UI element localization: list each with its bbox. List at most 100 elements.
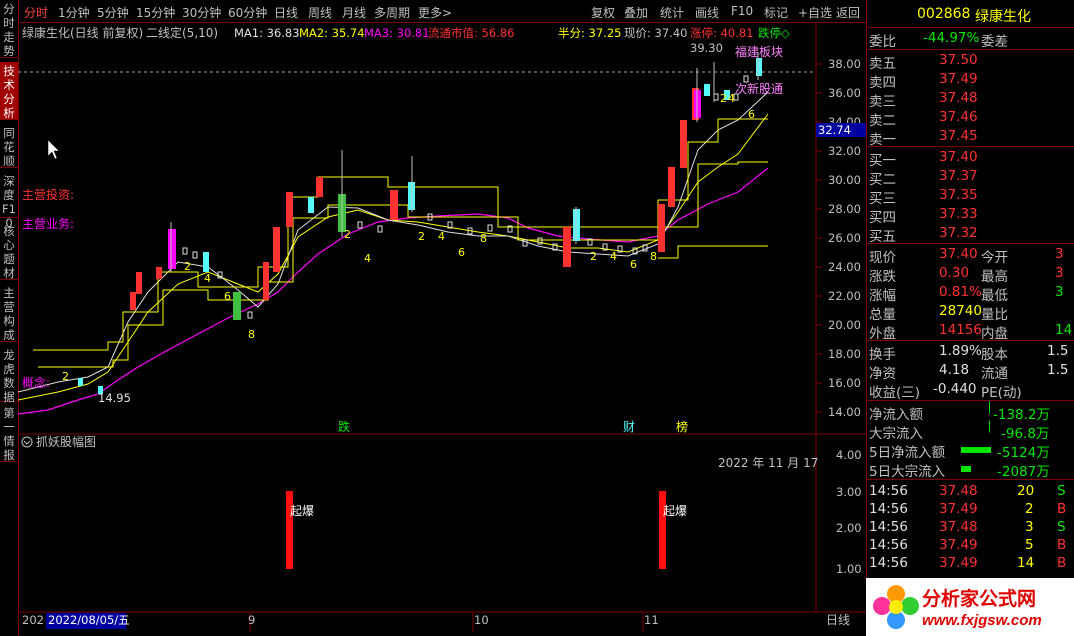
draw-button[interactable]: 画线 (695, 4, 719, 21)
tick-price: 37.48 (939, 519, 978, 535)
buy4-price[interactable]: 37.33 (939, 206, 978, 222)
stat-value: 3 (1055, 246, 1064, 262)
period-5min[interactable]: 5分钟 (97, 4, 129, 21)
period-1min[interactable]: 1分钟 (58, 4, 90, 21)
limit-down: 跌停◇ (758, 26, 790, 40)
f10-button[interactable]: F10 (731, 4, 753, 18)
tab-theme[interactable]: 核心题材 (0, 222, 18, 280)
period-daily[interactable]: 日线 (274, 4, 298, 21)
svg-text:2: 2 (62, 370, 69, 383)
period-30min[interactable]: 30分钟 (182, 4, 221, 21)
period-toolbar: 分时 1分钟 5分钟 15分钟 30分钟 60分钟 日线 周线 月线 多周期 更… (18, 0, 866, 23)
mark-button[interactable]: 标记 (764, 4, 788, 21)
tab-f10[interactable]: 深度F10 (0, 172, 18, 230)
tab-fenshi[interactable]: 分时走势 (0, 0, 18, 58)
buy1-price[interactable]: 37.40 (939, 149, 978, 165)
buy5-price[interactable]: 37.32 (939, 225, 978, 241)
marker-die[interactable]: 跌 (338, 419, 350, 434)
svg-text:36.00: 36.00 (828, 86, 861, 100)
year-label: 202 (22, 613, 44, 627)
webi-label: 委比 (869, 34, 896, 50)
marker-bang[interactable]: 榜 (676, 419, 688, 434)
period-weekly[interactable]: 周线 (308, 4, 332, 21)
svg-text:3.00: 3.00 (836, 485, 862, 499)
mouse-cursor-icon (47, 139, 60, 160)
svg-text:26.00: 26.00 (828, 231, 861, 245)
svg-text:6: 6 (630, 258, 637, 271)
period-indicator[interactable]: 日线 (826, 613, 850, 627)
note-invest[interactable]: 主营投资: (22, 187, 74, 202)
sell5-label: 卖五 (869, 56, 896, 72)
stock-title: 绿康生化(日线 前复权) (22, 25, 143, 40)
flow-label: 5日大宗流入 (869, 464, 946, 480)
tick-side: S (1057, 519, 1066, 535)
stat2-label: 收益(三) (869, 385, 921, 401)
subchart-date: 2022 年 11 月 17 (718, 456, 818, 470)
buy3-price[interactable]: 37.35 (939, 187, 978, 203)
stat-label: 涨幅 (869, 288, 896, 304)
tick-side: B (1057, 555, 1067, 571)
date-label: 2022/08/05/五 (48, 613, 130, 627)
watermark-url: www.fxjgsw.com (922, 612, 1042, 629)
ma3-value: MA3: 30.81 (364, 26, 430, 40)
sell5-price[interactable]: 37.50 (939, 52, 978, 68)
svg-text:1.00: 1.00 (836, 562, 862, 576)
stat-value: 28740 (939, 303, 982, 319)
weicha-label: 委差 (981, 34, 1008, 50)
flower-logo-icon (873, 585, 919, 629)
collapse-icon[interactable] (21, 436, 33, 448)
tab-info[interactable]: 第一情报 (0, 404, 18, 462)
tick-price: 37.49 (939, 501, 978, 517)
tag-fujian[interactable]: 福建板块 (735, 44, 783, 59)
chevron-down-icon (23, 440, 31, 445)
sell4-price[interactable]: 37.49 (939, 71, 978, 87)
svg-text:6: 6 (748, 108, 755, 121)
stat2-label: PE(动) (981, 385, 1022, 401)
svg-text:24.00: 24.00 (828, 260, 861, 274)
tick-time: 14:56 (869, 537, 908, 553)
month-9: 9 (248, 613, 255, 627)
add-favorite-button[interactable]: +自选 (798, 4, 832, 21)
note-concept[interactable]: 概念: (22, 375, 50, 390)
tag-recent[interactable]: 次新股通 (735, 81, 783, 96)
overlay-button[interactable]: 叠加 (624, 4, 648, 21)
price-axis: 38.00 36.00 34.00 32.00 30.00 28.00 26.0… (828, 57, 861, 419)
tick-time: 14:56 (869, 555, 908, 571)
period-more[interactable]: 更多> (418, 4, 452, 21)
tab-business[interactable]: 主营构成 (0, 284, 18, 342)
stat-value: 37.40 (939, 246, 978, 262)
tab-tonghuashun[interactable]: 同花顺 (0, 124, 18, 168)
subchart-axis: 4.00 3.00 2.00 1.00 (836, 448, 862, 576)
stat-label: 外盘 (869, 326, 896, 342)
fuquan-button[interactable]: 复权 (591, 4, 615, 21)
period-multi[interactable]: 多周期 (374, 4, 410, 21)
svg-text:8: 8 (650, 250, 657, 263)
marker-cai[interactable]: 财 (623, 420, 635, 434)
period-60min[interactable]: 60分钟 (228, 4, 267, 21)
period-fenshi[interactable]: 分时 (24, 4, 48, 21)
period-monthly[interactable]: 月线 (342, 4, 366, 21)
sell1-price[interactable]: 37.45 (939, 128, 978, 144)
stock-name: 绿康生化 (975, 9, 1031, 25)
buy2-price[interactable]: 37.37 (939, 168, 978, 184)
watermark-logo: 分析家公式网 www.fxjgsw.com (866, 578, 1074, 636)
tick-side: S (1057, 483, 1066, 499)
kline-chart-area[interactable]: 绿康生化(日线 前复权) 二线定(5,10) MA1: 36.83 MA2: 3… (18, 22, 866, 636)
svg-text:2: 2 (590, 250, 597, 263)
stat-value: 3 (1055, 284, 1064, 300)
half-price: 半分: 37.25 (558, 26, 621, 40)
stat2-label: 换手 (869, 347, 896, 363)
indicator-name[interactable]: 二线定(5,10) (146, 25, 218, 40)
back-button[interactable]: 返回 (836, 4, 860, 21)
watermark-title: 分析家公式网 (922, 589, 1037, 610)
tab-technical[interactable]: 技术分析 (0, 62, 18, 120)
tick-vol: 5 (1025, 537, 1034, 553)
sell2-price[interactable]: 37.46 (939, 109, 978, 125)
sell3-price[interactable]: 37.48 (939, 90, 978, 106)
note-business[interactable]: 主营业务: (22, 216, 74, 231)
stats-button[interactable]: 统计 (660, 4, 684, 21)
stock-code: 002868 (917, 6, 971, 22)
tick-vol: 20 (1017, 483, 1035, 499)
period-15min[interactable]: 15分钟 (136, 4, 175, 21)
tab-longhu[interactable]: 龙虎数据 (0, 346, 18, 404)
